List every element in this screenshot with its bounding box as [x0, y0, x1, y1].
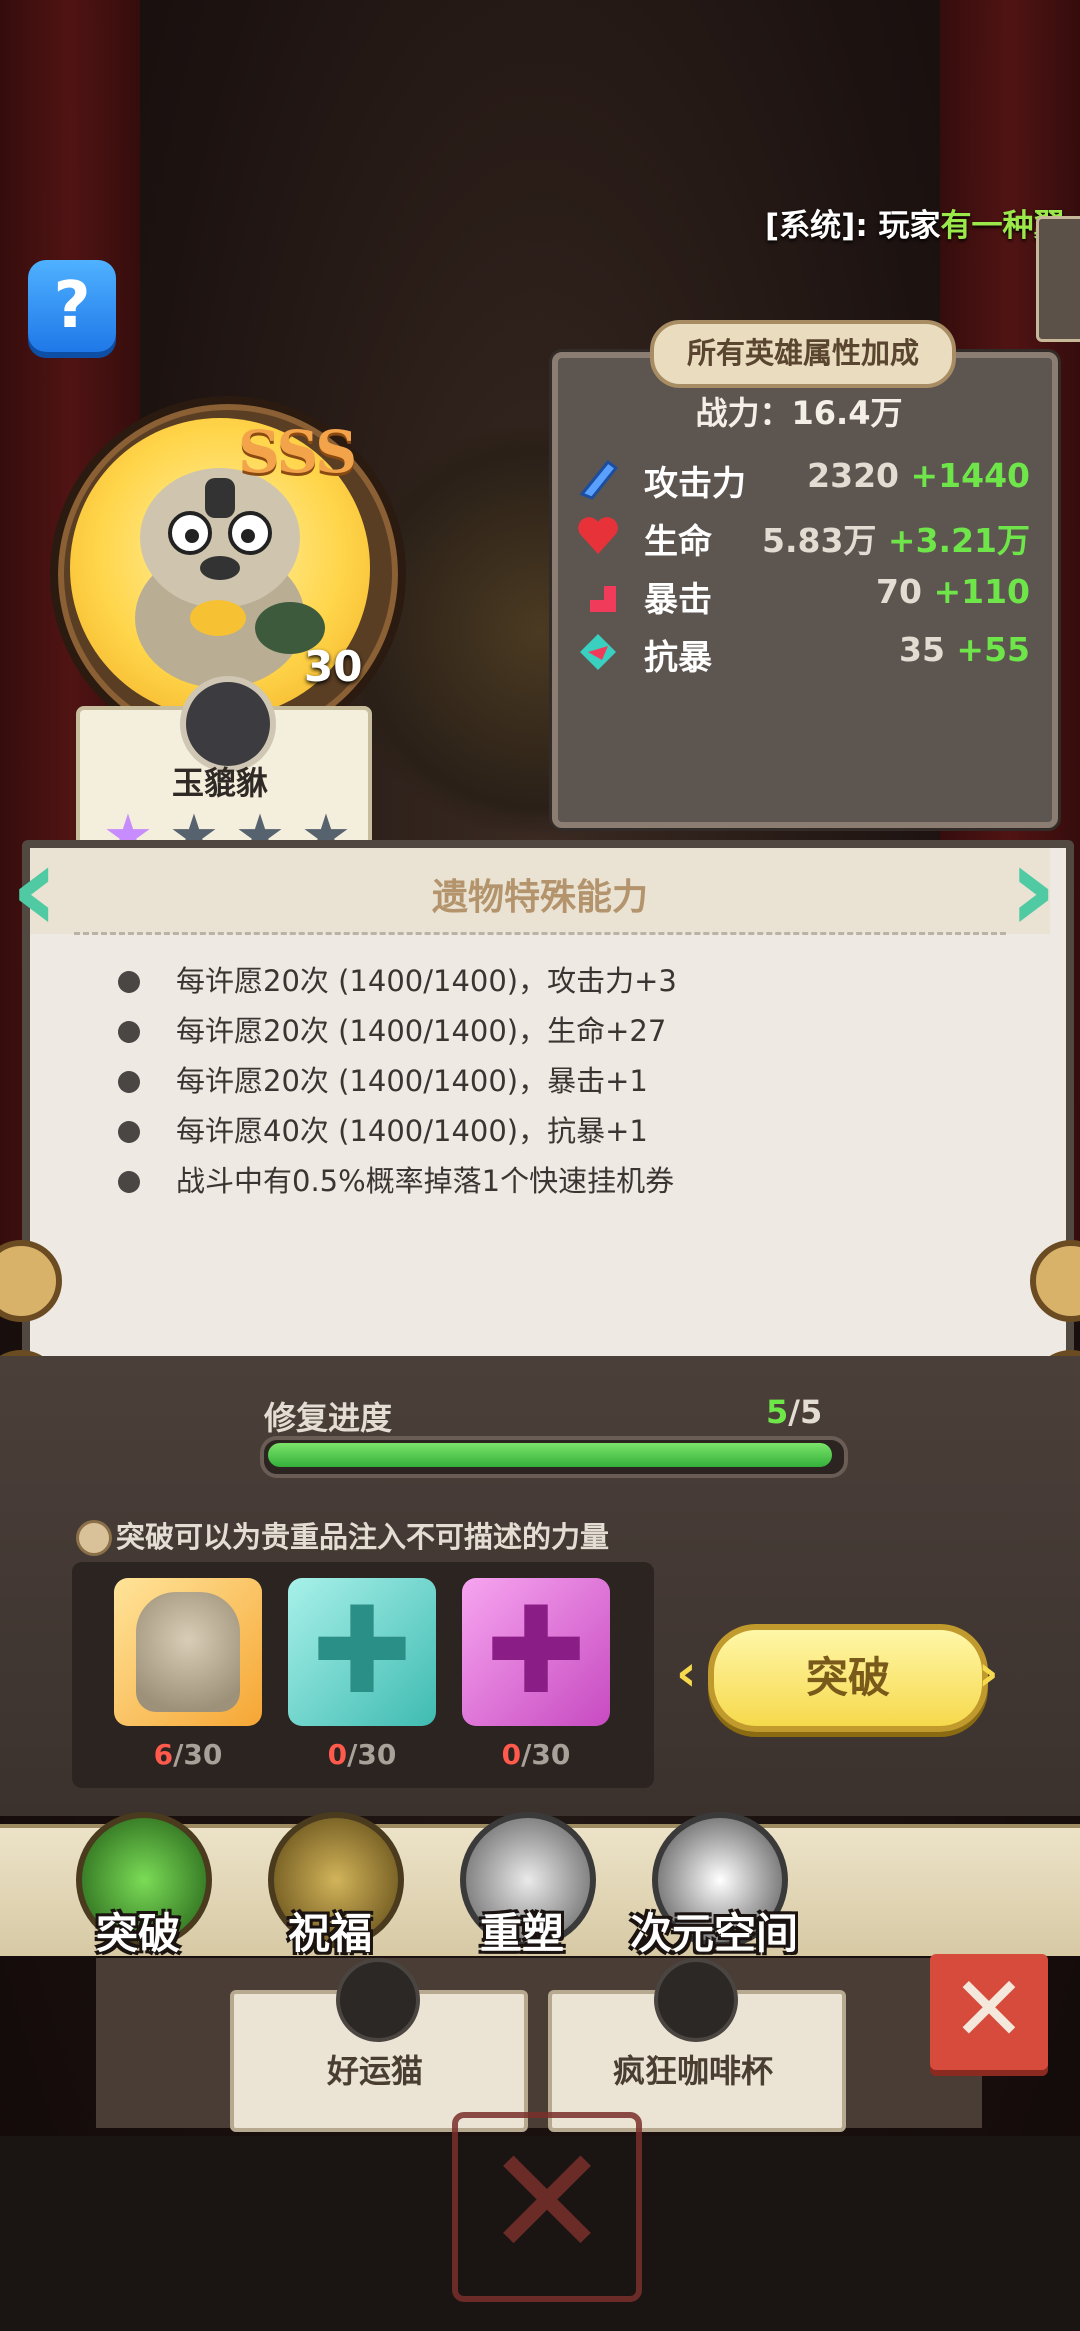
close-icon: ✕: [951, 1957, 1027, 2062]
repair-progress-fill: [268, 1443, 832, 1467]
relic-ability-text: 战斗中有0.5%概率掉落1个快速挂机券: [176, 1164, 675, 1198]
relic-ability-text: 每许愿20次 (1400/1400)，生命+27: [176, 1014, 667, 1048]
relic-ability-item: 每许愿20次 (1400/1400)，攻击力+3: [118, 956, 677, 1006]
tab-label: 突破: [95, 1909, 180, 1958]
breakthrough-button[interactable]: 突破: [708, 1624, 988, 1732]
stat-bonus: +1440: [910, 456, 1031, 495]
repair-progress-label: 修复进度: [264, 1399, 393, 1437]
bullet-icon: [118, 1171, 140, 1193]
stat-base: 5.83万: [762, 521, 877, 560]
stat-base: 70: [876, 572, 922, 611]
stat-value: 5.83万 +3.21万: [762, 514, 1030, 562]
tab-label: 祝福: [287, 1909, 372, 1958]
material-count: 0/30: [462, 1738, 610, 1771]
stat-row-anti-crit: 抗暴 35 +55: [574, 626, 1030, 678]
stat-row-health: 生命 5.83万 +3.21万: [574, 510, 1030, 562]
stat-base: 2320: [807, 456, 899, 495]
hint-icon: [76, 1520, 112, 1556]
stat-value: 2320 +1440: [807, 456, 1030, 495]
bullet-icon: [118, 1021, 140, 1043]
system-message-prefix: [系统]: 玩家: [765, 208, 941, 244]
side-chip[interactable]: [1036, 216, 1080, 342]
stat-value: 35 +55: [899, 630, 1030, 669]
tab-dimension-space[interactable]: 次元空间: [630, 1812, 798, 1958]
plus-icon: ✚: [485, 1582, 587, 1721]
system-message: [系统]: 玩家有一种翼: [765, 200, 1065, 245]
tab-blessing[interactable]: 祝福: [260, 1812, 404, 1958]
stat-label: 抗暴: [644, 638, 712, 678]
relic-card-socket: [654, 1958, 738, 2042]
hero-level: 30: [304, 642, 363, 691]
relic-ability-title: 遗物特殊能力: [431, 877, 648, 918]
material-current: 0: [327, 1738, 348, 1771]
help-button[interactable]: ?: [28, 260, 116, 352]
material-slot-pink[interactable]: ✚: [462, 1578, 610, 1726]
heart-icon: [574, 512, 622, 560]
stat-row-crit: 暴击 70 +110: [574, 568, 1030, 620]
question-icon: ?: [53, 269, 91, 343]
relic-ability-item: 每许愿20次 (1400/1400)，生命+27: [118, 1006, 677, 1056]
material-count: 6/30: [114, 1738, 262, 1771]
close-button[interactable]: ✕: [930, 1954, 1048, 2070]
anti-crit-icon: [574, 628, 622, 676]
attack-icon: [574, 454, 622, 502]
plus-icon: ✚: [311, 1582, 413, 1721]
relic-ability-text: 每许愿20次 (1400/1400)，暴击+1: [176, 1064, 648, 1098]
stat-bonus: +55: [956, 630, 1030, 669]
bullet-icon: [118, 971, 140, 993]
bottom-close-icon[interactable]: ✕: [452, 2112, 642, 2302]
chevron-right-icon: ›: [978, 1644, 999, 1702]
stat-row-attack: 攻击力 2320 +1440: [574, 452, 1030, 504]
material-current: 0: [501, 1738, 522, 1771]
relic-ability-list: 每许愿20次 (1400/1400)，攻击力+3 每许愿20次 (1400/14…: [118, 956, 677, 1206]
material-required: /30: [173, 1738, 223, 1771]
material-required: /30: [521, 1738, 571, 1771]
tab-reshape[interactable]: 重塑: [452, 1812, 596, 1958]
stat-bonus: +3.21万: [887, 521, 1030, 560]
crit-icon: [574, 570, 622, 618]
repair-total: /5: [788, 1393, 823, 1431]
divider: [74, 932, 1006, 935]
material-required: /30: [347, 1738, 397, 1771]
stat-label: 生命: [644, 522, 712, 562]
bullet-icon: [118, 1121, 140, 1143]
stat-label: 暴击: [644, 580, 712, 620]
hero-name: 玉貔貅: [171, 764, 268, 802]
material-current: 6: [153, 1738, 174, 1771]
material-slot-teal[interactable]: ✚: [288, 1578, 436, 1726]
background-relic-shelf: [96, 1958, 982, 2128]
tab-breakthrough[interactable]: 突破: [68, 1812, 212, 1958]
relic-ability-item: 战斗中有0.5%概率掉落1个快速挂机券: [118, 1156, 677, 1206]
hero-rank-badge: SSS: [238, 418, 357, 486]
tab-label: 次元空间: [629, 1909, 798, 1958]
prev-arrow-button[interactable]: ‹: [10, 830, 68, 950]
repair-progress-count: 5/5: [766, 1393, 822, 1431]
chevron-left-icon: ‹: [676, 1644, 697, 1702]
lion-statue-icon: [136, 1592, 240, 1712]
stat-bonus: +110: [933, 572, 1030, 611]
stat-label: 攻击力: [644, 464, 746, 504]
material-slot-hero[interactable]: [114, 1578, 262, 1726]
repair-current: 5: [766, 1393, 789, 1431]
tab-label: 重塑: [479, 1909, 564, 1958]
relic-ability-item: 每许愿40次 (1400/1400)，抗暴+1: [118, 1106, 677, 1156]
relic-card-name: 好运猫: [326, 2052, 423, 2090]
relic-card-socket: [336, 1958, 420, 2042]
stats-panel-title: 所有英雄属性加成: [650, 320, 956, 388]
next-arrow-button[interactable]: ›: [1008, 830, 1066, 950]
total-power: 战力：16.4万: [695, 394, 903, 432]
relic-ability-text: 每许愿40次 (1400/1400)，抗暴+1: [176, 1114, 648, 1148]
relic-ability-text: 每许愿20次 (1400/1400)，攻击力+3: [176, 964, 677, 998]
material-count: 0/30: [288, 1738, 436, 1771]
bullet-icon: [118, 1071, 140, 1093]
relic-ability-item: 每许愿20次 (1400/1400)，暴击+1: [118, 1056, 677, 1106]
relic-card-name: 疯狂咖啡杯: [612, 2052, 773, 2090]
breakthrough-hint: 突破可以为贵重品注入不可描述的力量: [116, 1520, 610, 1554]
stat-value: 70 +110: [876, 572, 1030, 611]
stat-base: 35: [898, 630, 945, 669]
